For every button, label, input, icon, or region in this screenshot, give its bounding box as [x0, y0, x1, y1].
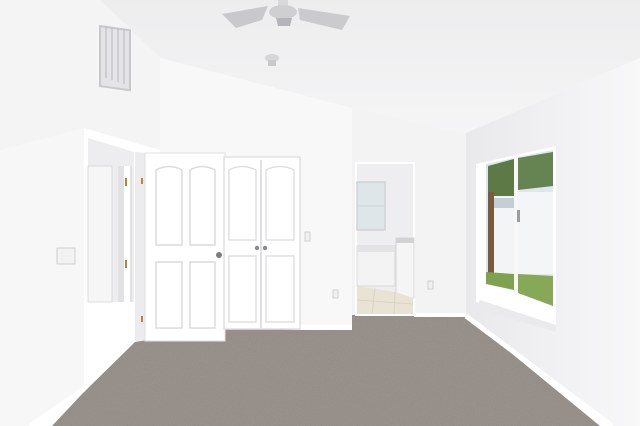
window[interactable]	[476, 146, 556, 332]
closet-knob[interactable]	[254, 245, 260, 251]
air-vent	[99, 24, 131, 92]
door-knob[interactable]	[216, 252, 222, 258]
left-wall-lower	[0, 128, 84, 426]
bathroom-doorway[interactable]	[355, 162, 415, 316]
bedroom-scene	[0, 0, 640, 426]
tree-trunk	[488, 192, 494, 284]
wall-outlet	[332, 289, 339, 299]
bedroom-door[interactable]	[135, 152, 226, 342]
hallway-closet-door[interactable]	[87, 165, 113, 303]
light-switch[interactable]	[304, 231, 311, 242]
bathroom-vanity	[395, 237, 415, 299]
wall-outlet-right	[427, 280, 434, 290]
closet-doors[interactable]	[223, 156, 301, 330]
wall-control-plate[interactable]	[56, 247, 76, 265]
